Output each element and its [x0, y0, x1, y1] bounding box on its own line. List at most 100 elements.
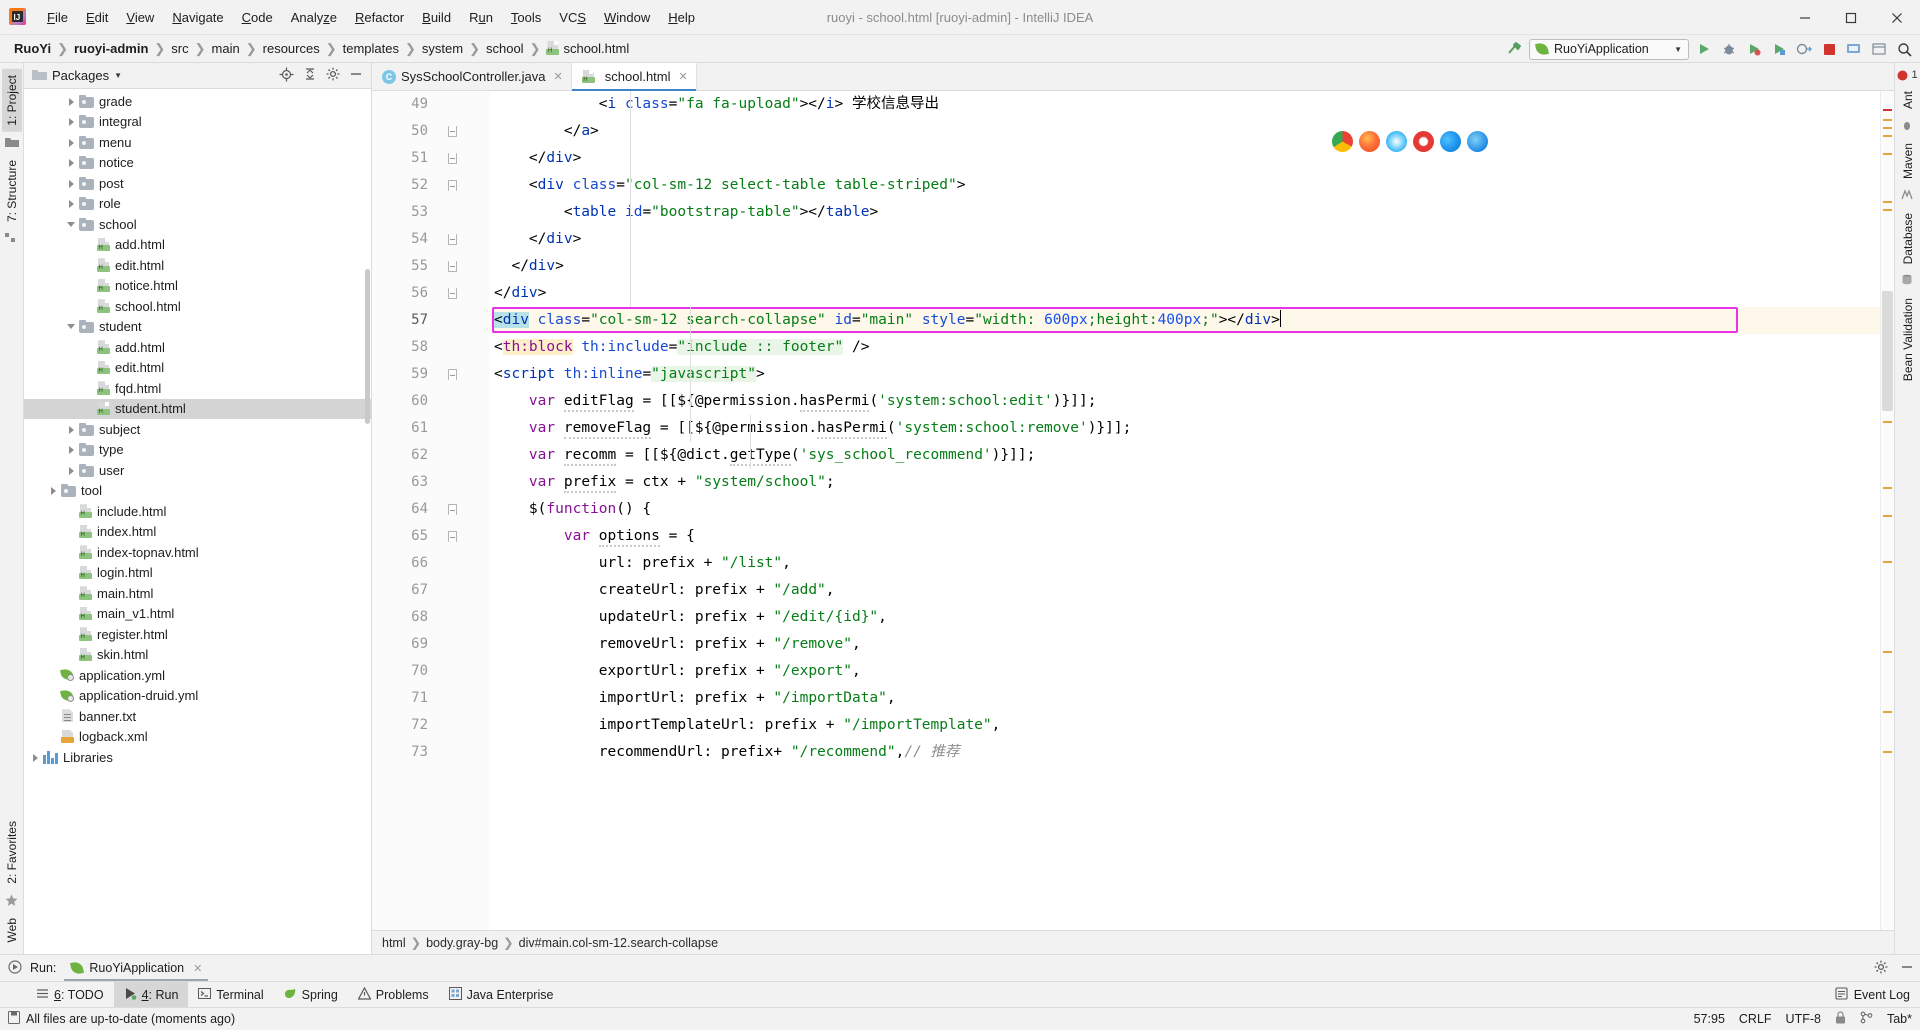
chevron-right-icon[interactable]	[66, 444, 77, 455]
tree-item-menu[interactable]: menu	[24, 132, 371, 153]
tree-item-banner-txt[interactable]: banner.txt	[24, 706, 371, 727]
error-stripe-marker[interactable]	[1883, 135, 1892, 137]
tree-item-user[interactable]: user	[24, 460, 371, 481]
error-stripe-marker[interactable]	[1883, 561, 1892, 563]
minimize-button[interactable]	[1782, 0, 1828, 35]
tree-item-fqd-html[interactable]: Hfqd.html	[24, 378, 371, 399]
error-stripe-marker[interactable]	[1883, 751, 1892, 753]
code-line[interactable]: </div>	[490, 253, 1880, 280]
code-line[interactable]: <table id="bootstrap-table"></table>	[490, 199, 1880, 226]
layout-settings-icon[interactable]	[1869, 39, 1889, 59]
editor-tab-sysschoolcontroller-java[interactable]: C SysSchoolController.java ✕	[372, 63, 572, 90]
error-stripe-marker[interactable]	[1883, 153, 1892, 155]
edge-icon[interactable]	[1440, 131, 1461, 152]
code-fold-marker[interactable]	[444, 253, 460, 280]
event-log-button[interactable]: Event Log	[1835, 982, 1920, 1007]
code-line[interactable]: $(function() {	[490, 496, 1880, 523]
run-tab-ruoyi-application[interactable]: RuoYiApplication ✕	[64, 959, 209, 981]
menu-item-run[interactable]: Run	[460, 7, 502, 28]
menu-item-edit[interactable]: Edit	[77, 7, 117, 28]
caret-position[interactable]: 57:95	[1694, 1012, 1725, 1026]
bottom-tab-terminal[interactable]: Terminal	[188, 982, 273, 1007]
tree-item-add-html[interactable]: Hadd.html	[24, 337, 371, 358]
error-stripe-marker[interactable]	[1883, 487, 1892, 489]
menu-item-view[interactable]: View	[117, 7, 163, 28]
tree-scrollbar[interactable]	[365, 269, 370, 424]
bottom-tab-spring[interactable]: Spring	[274, 982, 348, 1007]
gear-icon[interactable]	[1874, 960, 1888, 977]
chevron-right-icon[interactable]	[66, 198, 77, 209]
code-line[interactable]: </div>	[490, 145, 1880, 172]
code-fold-marker[interactable]	[444, 280, 460, 307]
error-stripe-marker[interactable]	[1883, 421, 1892, 423]
chevron-right-icon[interactable]	[66, 137, 77, 148]
sidebar-tab-ant[interactable]: Ant	[1898, 85, 1918, 115]
close-button[interactable]	[1874, 0, 1920, 35]
breadcrumb-item-school[interactable]: school	[482, 40, 528, 57]
code-line[interactable]: var removeFlag = [[${@permission.hasPerm…	[490, 415, 1880, 442]
collapse-all-icon[interactable]	[303, 67, 317, 84]
tree-item-type[interactable]: type	[24, 440, 371, 461]
breadcrumb-item-resources[interactable]: resources	[259, 40, 324, 57]
hide-panel-icon[interactable]	[349, 67, 363, 84]
opera-icon[interactable]	[1413, 131, 1434, 152]
error-stripe-marker[interactable]	[1883, 711, 1892, 713]
profiler-icon[interactable]	[1769, 39, 1789, 59]
sidebar-tab-project[interactable]: 1: Project	[1, 69, 22, 132]
code-line[interactable]: importUrl: prefix + "/importData",	[490, 685, 1880, 712]
menu-item-tools[interactable]: Tools	[502, 7, 550, 28]
code-line[interactable]: </div>	[490, 226, 1880, 253]
editor-breadcrumb-item-body-gray-bg[interactable]: body.gray-bg	[426, 936, 498, 950]
code-line[interactable]: url: prefix + "/list",	[490, 550, 1880, 577]
tree-item-edit-html[interactable]: Hedit.html	[24, 255, 371, 276]
close-icon[interactable]: ✕	[554, 70, 563, 83]
code-line[interactable]: recommendUrl: prefix+ "/recommend",// 推荐	[490, 739, 1880, 766]
chevron-right-icon[interactable]	[30, 752, 41, 763]
sidebar-tab-database[interactable]: Database	[1898, 207, 1918, 270]
chevron-right-icon[interactable]	[66, 424, 77, 435]
tree-item-include-html[interactable]: Hinclude.html	[24, 501, 371, 522]
bottom-tab-6-todo[interactable]: 6: TODO	[26, 982, 114, 1007]
ie-icon[interactable]	[1467, 131, 1488, 152]
tree-item-libraries[interactable]: Libraries	[24, 747, 371, 768]
error-stripe-marker[interactable]	[1883, 209, 1892, 211]
menu-item-navigate[interactable]: Navigate	[163, 7, 232, 28]
tree-item-school[interactable]: school	[24, 214, 371, 235]
code-line[interactable]: exportUrl: prefix + "/export",	[490, 658, 1880, 685]
tree-item-add-html[interactable]: Hadd.html	[24, 235, 371, 256]
code-line[interactable]: var recomm = [[${@dict.getType('sys_scho…	[490, 442, 1880, 469]
indent-setting[interactable]: Tab*	[1887, 1012, 1912, 1026]
code-line[interactable]: importTemplateUrl: prefix + "/importTemp…	[490, 712, 1880, 739]
tree-item-login-html[interactable]: Hlogin.html	[24, 563, 371, 584]
close-icon[interactable]: ✕	[679, 70, 688, 83]
sidebar-tab-structure[interactable]: 7: Structure	[2, 154, 22, 228]
sidebar-tab-maven[interactable]: Maven	[1898, 137, 1918, 185]
error-stripe-marker[interactable]	[1883, 119, 1892, 121]
inspection-error-count[interactable]: 1	[1897, 69, 1918, 81]
breadcrumb-item-src[interactable]: src	[167, 40, 192, 57]
tree-item-integral[interactable]: integral	[24, 112, 371, 133]
menu-item-refactor[interactable]: Refactor	[346, 7, 413, 28]
run-icon[interactable]	[1694, 39, 1714, 59]
code-fold-marker[interactable]	[444, 496, 460, 523]
file-encoding[interactable]: UTF-8	[1786, 1012, 1821, 1026]
menu-item-file[interactable]: File	[38, 7, 77, 28]
error-stripe-marker[interactable]	[1883, 109, 1892, 111]
chevron-right-icon[interactable]	[66, 96, 77, 107]
chevron-right-icon[interactable]	[66, 465, 77, 476]
code-fold-marker[interactable]	[444, 145, 460, 172]
sidebar-tab-web[interactable]: Web	[2, 912, 22, 948]
run-configuration-selector[interactable]: RuoYiApplication ▼	[1529, 38, 1689, 60]
sidebar-tab-favorites[interactable]: 2: Favorites	[2, 815, 22, 890]
code-line[interactable]: <th:block th:include="include :: footer"…	[490, 334, 1880, 361]
chevron-down-icon[interactable]	[66, 321, 77, 332]
error-stripe-marker[interactable]	[1883, 201, 1892, 203]
tree-item-application-druid-yml[interactable]: application-druid.yml	[24, 686, 371, 707]
tree-item-post[interactable]: post	[24, 173, 371, 194]
tree-item-application-yml[interactable]: application.yml	[24, 665, 371, 686]
code-fold-marker[interactable]	[444, 172, 460, 199]
tree-item-register-html[interactable]: Hregister.html	[24, 624, 371, 645]
editor-tab-school-html[interactable]: Hschool.html ✕	[571, 63, 697, 91]
firefox-icon[interactable]	[1359, 131, 1380, 152]
editor-viewport[interactable]: 49 50 51 52 53 54 55 56 57 58 59 60 61 62 63 64 65 66 67 68…	[372, 91, 1894, 930]
